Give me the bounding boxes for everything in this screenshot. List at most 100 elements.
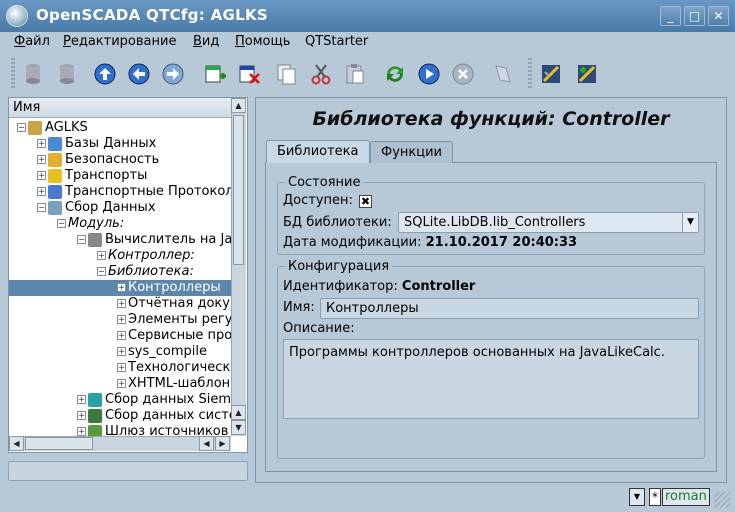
name-input[interactable]: Контроллеры	[320, 298, 699, 319]
tree-node[interactable]: − AGLKS	[9, 120, 231, 136]
tree-node[interactable]: +Технологические	[9, 360, 231, 376]
scroll-left-button[interactable]: ◀	[9, 436, 24, 451]
collapse-icon[interactable]: −	[77, 235, 86, 244]
up-button[interactable]	[91, 60, 119, 88]
collapse-icon[interactable]: −	[97, 267, 106, 276]
expand-icon[interactable]: +	[77, 411, 86, 420]
collapse-icon[interactable]: −	[57, 219, 66, 228]
id-value: Controller	[401, 279, 476, 294]
expand-icon[interactable]: +	[117, 347, 126, 356]
menu-item-1[interactable]: Редактирование	[63, 34, 176, 49]
expand-icon[interactable]: +	[37, 187, 46, 196]
expand-icon[interactable]: +	[117, 299, 126, 308]
status-dropdown-icon[interactable]: ▼	[629, 488, 645, 506]
start-button[interactable]	[415, 60, 443, 88]
refresh-button[interactable]	[381, 60, 409, 88]
tree-node[interactable]: + Базы Данных	[9, 136, 231, 152]
toolbar-grip-2[interactable]	[528, 58, 532, 90]
paste-button[interactable]	[341, 60, 369, 88]
expand-icon[interactable]: +	[117, 331, 126, 340]
tree-vscroll-thumb[interactable]	[233, 115, 244, 265]
tree-node[interactable]: − Вычислитель на JavaLikeCalc	[9, 232, 231, 248]
tree-node[interactable]: + Контроллеры	[9, 280, 231, 296]
back-button[interactable]	[125, 60, 153, 88]
db-select[interactable]: SQLite.LibDB.lib_Controllers ▼	[398, 212, 699, 233]
arrow-left-icon	[128, 63, 150, 85]
tree-node[interactable]: + XHTML-шаблоны	[9, 376, 231, 392]
modified-value: 21.10.2017 20:40:33	[425, 235, 578, 250]
scroll-right-button-2[interactable]: ▶	[215, 436, 230, 451]
copy-button[interactable]	[273, 60, 301, 88]
tree-node[interactable]: − Библиотека:	[9, 264, 231, 280]
tree-node[interactable]: − Сбор Данных	[9, 200, 231, 216]
tree-hscroll-thumb[interactable]	[25, 437, 93, 450]
refresh-icon	[387, 66, 403, 82]
tree-node[interactable]: + Контроллер:	[9, 248, 231, 264]
enabled-checkbox[interactable]: ✖	[359, 195, 372, 208]
expand-icon[interactable]: +	[117, 315, 126, 324]
tree-node-icon	[88, 424, 102, 436]
tree-node[interactable]: +Отчётная документация	[9, 296, 231, 312]
minimize-button[interactable]: _	[660, 6, 681, 26]
tree-node[interactable]: +Сервисные процедуры	[9, 328, 231, 344]
tree-node[interactable]: + Сбор данных системы	[9, 408, 231, 424]
add-item-button[interactable]	[201, 60, 229, 88]
resize-grip[interactable]	[714, 492, 730, 508]
chevron-down-icon[interactable]: ▼	[682, 213, 698, 232]
menu-item-0[interactable]: Файл	[14, 34, 50, 49]
tree-node[interactable]: + Безопасность	[9, 152, 231, 168]
menu-item-4[interactable]: QTStarter	[305, 34, 368, 49]
expand-icon[interactable]: +	[117, 283, 126, 292]
tree-view[interactable]: − AGLKS + Базы Данных + Безопасность + Транспор…	[9, 120, 231, 436]
tab-functions[interactable]: Функции	[370, 141, 453, 163]
scroll-right-button-1[interactable]: ◀	[199, 436, 214, 451]
cut-button[interactable]	[307, 60, 335, 88]
menu-item-3[interactable]: Помощь	[235, 34, 290, 49]
expand-icon[interactable]: +	[97, 251, 106, 260]
expand-icon[interactable]: +	[37, 155, 46, 164]
tree-node-icon	[88, 232, 102, 247]
expand-icon[interactable]: +	[77, 395, 86, 404]
tree-node[interactable]: + Транспортные Протоколы	[9, 184, 231, 200]
forward-button[interactable]	[159, 60, 187, 88]
db-save-button[interactable]	[53, 60, 81, 88]
add-item-icon	[205, 65, 226, 83]
menu-item-2[interactable]: Вид	[193, 34, 219, 49]
expand-icon[interactable]: +	[117, 379, 126, 388]
scroll-down-button-2[interactable]: ▼	[231, 420, 246, 435]
toolbar-grip[interactable]	[11, 58, 15, 90]
left-status-field	[8, 461, 248, 481]
tree-node-label: Сбор данных Siemens	[105, 392, 231, 407]
tree-node[interactable]: + Сбор данных Siemens	[9, 392, 231, 408]
expand-icon[interactable]: +	[37, 139, 46, 148]
expand-icon[interactable]: +	[117, 363, 126, 372]
collapse-icon[interactable]: −	[17, 123, 26, 132]
enabled-label: Доступен:	[283, 193, 353, 208]
tree-node[interactable]: − Модуль:	[9, 216, 231, 232]
stop-button[interactable]	[449, 60, 477, 88]
tab-library[interactable]: Библиотека	[266, 140, 370, 163]
scroll-up-button[interactable]: ▲	[231, 98, 246, 113]
expand-icon[interactable]: +	[37, 171, 46, 180]
collapse-icon[interactable]: −	[37, 203, 46, 212]
delete-item-button[interactable]	[235, 60, 263, 88]
module-button-2[interactable]	[573, 60, 601, 88]
expand-icon[interactable]: +	[77, 427, 86, 436]
name-label: Имя:	[283, 300, 315, 315]
close-button[interactable]: ✕	[708, 6, 729, 26]
description-textarea[interactable]: Программы контроллеров основанных на Jav…	[283, 339, 699, 419]
scroll-down-button-1[interactable]: ▲	[231, 405, 246, 420]
module-button-1[interactable]	[537, 60, 565, 88]
tree-node[interactable]: + Транспорты	[9, 168, 231, 184]
tree-column-header[interactable]: Имя	[9, 98, 231, 118]
copy-icon	[277, 64, 296, 85]
info-button[interactable]	[489, 60, 517, 88]
tree-node-icon	[48, 136, 62, 151]
status-user[interactable]: roman	[662, 488, 710, 506]
tree-node[interactable]: +Элементы регулирования	[9, 312, 231, 328]
db-load-button[interactable]	[19, 60, 47, 88]
tree-node-label: Технологические	[128, 360, 231, 375]
tree-node[interactable]: + Шлюз источников	[9, 424, 231, 436]
maximize-button[interactable]: □	[684, 6, 705, 26]
tree-node[interactable]: + sys_compile	[9, 344, 231, 360]
